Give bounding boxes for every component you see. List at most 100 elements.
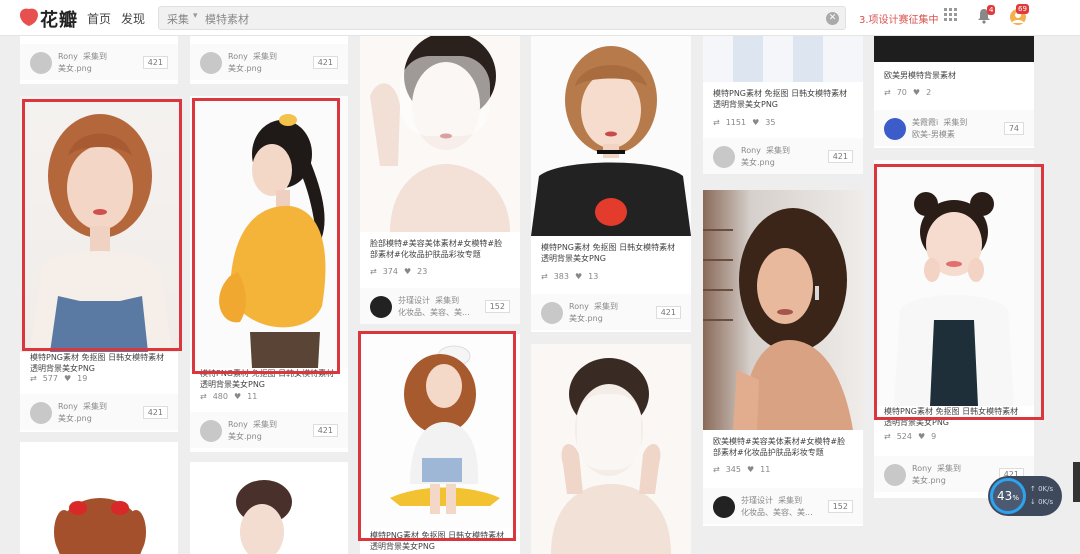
avatar[interactable] — [30, 402, 52, 424]
model-photo — [551, 358, 671, 554]
pin-image[interactable] — [20, 442, 178, 554]
heart-icon: ♥ — [752, 118, 760, 127]
pin-board[interactable]: 美女.png — [569, 313, 603, 324]
pin-card-top-1[interactable]: Rony 采集到 美女.png 421 — [20, 36, 178, 84]
heart-icon: ♥ — [912, 88, 921, 97]
pin-board[interactable]: 化妆品、美容、美... — [398, 307, 470, 318]
repin-icon: ⇄ — [713, 118, 720, 127]
pin-board[interactable]: 欧美-男模素 — [912, 129, 955, 140]
heart-icon: ♥ — [233, 392, 242, 401]
model-photo — [236, 480, 292, 554]
clear-search-icon[interactable]: ✕ — [826, 12, 839, 25]
avatar[interactable] — [200, 52, 222, 74]
pin-footer: Rony 采集到 美女.png 421 — [703, 138, 863, 174]
search-scope-select[interactable]: 采集 — [167, 11, 189, 27]
pin-user[interactable]: Rony 采集到 — [58, 401, 107, 412]
pin-description: 模特PNG素材 免抠图 日韩女模特素材透明背景美女PNG — [713, 89, 848, 109]
pin-card-c4b[interactable] — [531, 344, 691, 554]
nav-home[interactable]: 首页 — [87, 10, 111, 27]
pin-image[interactable] — [531, 36, 691, 236]
pin-card-c6[interactable]: 欧美男模特背景素材 ⇄ 70 ♥ 2 美霞霞i 采集到 欧美-男模素 74 — [874, 36, 1034, 148]
pin-count-badge[interactable]: 421 — [142, 56, 168, 69]
huaban-logo-icon[interactable] — [18, 7, 40, 27]
highlight-box — [874, 164, 1044, 420]
scrollbar[interactable] — [1073, 462, 1080, 502]
pin-user[interactable]: 芬瑾设计 采集到 — [741, 495, 802, 506]
pin-stats: ⇄ 374 ♥ 23 — [370, 267, 428, 276]
logo-text[interactable]: 花瓣 — [40, 6, 78, 32]
pin-footer: 美霞霞i 采集到 欧美-男模素 74 — [874, 110, 1034, 146]
pin-description: 欧美男模特背景素材 — [884, 71, 956, 80]
pin-user[interactable]: Rony 采集到 — [58, 51, 107, 62]
heart-icon: ♥ — [917, 432, 926, 441]
pin-description: 欧美模特#美容美体素材#女模特#脸部素材#化妆品护肤品彩妆专题 — [713, 437, 846, 457]
pin-board[interactable]: 美女.png — [58, 413, 92, 424]
pin-image[interactable] — [360, 36, 520, 232]
repin-icon: ⇄ — [370, 267, 377, 276]
pin-count-badge[interactable]: 421 — [142, 406, 168, 419]
pin-user[interactable]: 美霞霞i 采集到 — [912, 117, 967, 128]
pin-board[interactable]: 美女.png — [912, 475, 946, 486]
pin-card-c4[interactable]: 模特PNG素材 免抠图 日韩女模特素材透明背景美女PNG ⇄ 383 ♥ 13 Ron… — [531, 36, 691, 332]
pin-count-badge[interactable]: 421 — [312, 56, 338, 69]
search-input[interactable]: 模特素材 — [205, 11, 249, 27]
pin-board[interactable]: 美女.png — [228, 431, 262, 442]
pin-image[interactable] — [703, 36, 863, 82]
avatar[interactable] — [713, 496, 735, 518]
pin-count-badge[interactable]: 74 — [1003, 122, 1024, 135]
pin-image[interactable] — [874, 36, 1034, 62]
top-header: 花瓣 首页 发现 采集 ▾ 模特素材 ✕ 3.项设计赛征集中 4 69 — [0, 0, 1080, 36]
pin-card-c1b[interactable] — [20, 442, 178, 554]
search-bar[interactable]: 采集 ▾ 模特素材 ✕ — [158, 6, 846, 30]
apps-grid-icon[interactable] — [944, 8, 958, 22]
pin-user[interactable]: Rony 采集到 — [912, 463, 961, 474]
pin-description: 模特PNG素材 免抠图 日韩女模特素材透明背景美女PNG — [541, 243, 676, 263]
avatar[interactable] — [713, 146, 735, 168]
pin-stats: ⇄ 524 ♥ 9 — [884, 432, 937, 441]
pin-image[interactable] — [531, 344, 691, 554]
pin-stats: ⇄ 70 ♥ 2 — [884, 88, 932, 97]
pin-image[interactable] — [190, 462, 348, 554]
nav-discover[interactable]: 发现 — [121, 10, 145, 27]
chevron-down-icon: ▾ — [193, 11, 198, 21]
avatar[interactable] — [30, 52, 52, 74]
repin-icon: ⇄ — [30, 374, 37, 383]
pin-count-badge[interactable]: 421 — [827, 150, 853, 163]
pin-count-badge[interactable]: 421 — [312, 424, 338, 437]
avatar[interactable] — [884, 464, 906, 486]
pin-image[interactable] — [703, 190, 863, 430]
pin-stats: ⇄ 1151 ♥ 35 — [713, 118, 776, 127]
highlight-box — [192, 98, 340, 374]
pin-board[interactable]: 美女.png — [228, 63, 262, 74]
pin-board[interactable]: 化妆品、美容、美... — [741, 507, 813, 518]
cpu-usage-gauge: 43% — [990, 478, 1026, 514]
pin-stats: ⇄ 480 ♥ 11 — [200, 392, 258, 401]
pin-card-c3[interactable]: 脸部模特#美容美体素材#女模特#脸部素材#化妆品护肤品彩妆专题 ⇄ 374 ♥ 23 … — [360, 36, 520, 324]
upload-speed: ↑ 0K/s — [1030, 485, 1054, 493]
pin-card-c2b[interactable] — [190, 462, 348, 554]
pin-board[interactable]: 美女.png — [58, 63, 92, 74]
pin-card-c7[interactable]: 欧美模特#美容美体素材#女模特#脸部素材#化妆品护肤品彩妆专题 ⇄ 345 ♥ 11 … — [703, 190, 863, 526]
pin-user[interactable]: Rony 采集到 — [228, 419, 277, 430]
pin-count-badge[interactable]: 421 — [655, 306, 681, 319]
pin-count-badge[interactable]: 152 — [827, 500, 853, 513]
avatar[interactable] — [884, 118, 906, 140]
pin-card-top-2[interactable]: Rony 采集到 美女.png 421 — [190, 36, 348, 84]
pin-description: 模特PNG素材 免抠图 日韩女模特素材透明背景美女PNG — [30, 353, 165, 373]
event-notice-link[interactable]: 3.项设计赛征集中 — [859, 11, 939, 26]
avatar[interactable] — [370, 296, 392, 318]
pin-board[interactable]: 美女.png — [741, 157, 775, 168]
pin-user[interactable]: 芬瑾设计 采集到 — [398, 295, 459, 306]
pin-count-badge[interactable]: 152 — [484, 300, 510, 313]
pin-user[interactable]: Rony 采集到 — [228, 51, 277, 62]
model-photo — [733, 36, 823, 82]
pin-user[interactable]: Rony 采集到 — [741, 145, 790, 156]
notification-badge: 4 — [987, 5, 996, 15]
pin-card-c5[interactable]: 模特PNG素材 免抠图 日韩女模特素材透明背景美女PNG ⇄ 1151 ♥ 35 Ro… — [703, 36, 863, 174]
pin-user[interactable]: Rony 采集到 — [569, 301, 618, 312]
repin-icon: ⇄ — [713, 465, 720, 474]
avatar[interactable] — [541, 302, 563, 324]
model-photo — [54, 498, 146, 554]
network-speed-widget[interactable]: 43% ↑ 0K/s ↓ 0K/s — [988, 476, 1062, 516]
avatar[interactable] — [200, 420, 222, 442]
